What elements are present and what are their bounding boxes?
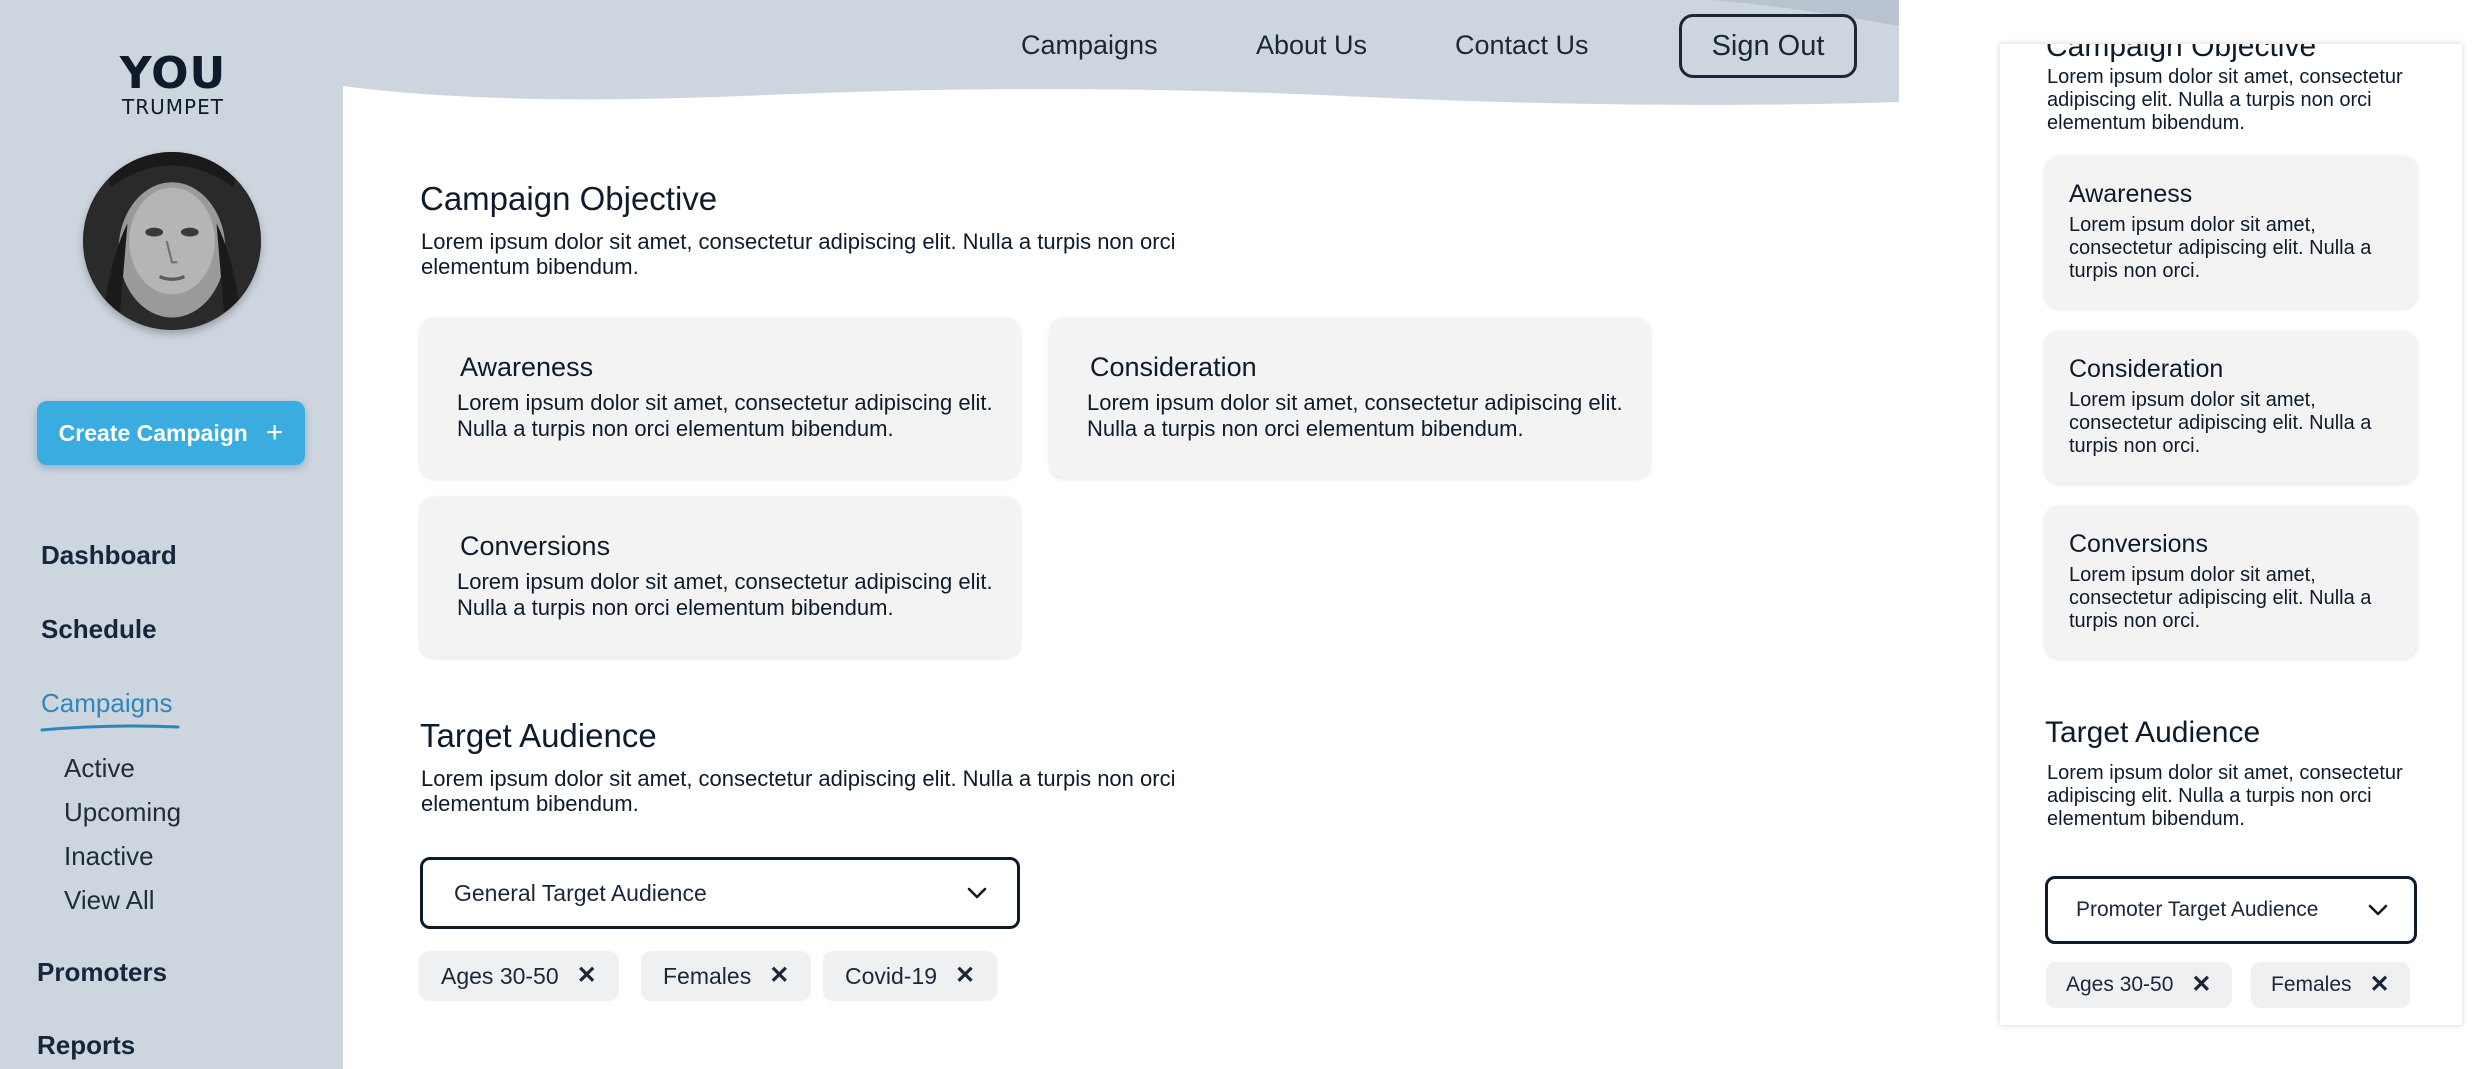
sidebar-item-campaigns[interactable]: Campaigns (41, 688, 173, 719)
card-title: Consideration (1090, 352, 1257, 382)
chip-label: Females (663, 962, 752, 989)
avatar-portrait-image (83, 152, 261, 330)
sidebar-item-dashboard[interactable]: Dashboard (41, 540, 177, 571)
mobile-preview-panel: Campaign Objective Lorem ipsum dolor sit… (2000, 44, 2462, 1025)
plus-icon: + (265, 416, 284, 449)
sidebar-subitem-view-all[interactable]: View All (64, 885, 155, 916)
mobile-audience-select-value: Promoter Target Audience (2076, 898, 2319, 921)
card-text: Lorem ipsum dolor sit amet, consectetur … (2069, 564, 2372, 632)
close-icon[interactable]: ✕ (955, 964, 975, 988)
audience-select[interactable]: General Target Audience (420, 857, 1020, 929)
card-text: Lorem ipsum dolor sit amet, consectetur … (457, 569, 993, 620)
topnav-contact-link[interactable]: Contact Us (1455, 30, 1589, 61)
create-campaign-button[interactable]: Create Campaign + (37, 401, 305, 465)
audience-chip: Females ✕ (641, 951, 812, 1001)
chip-label: Covid-19 (845, 962, 938, 989)
mobile-card-conversions[interactable]: Conversions Lorem ipsum dolor sit amet, … (2045, 506, 2417, 658)
chevron-down-icon (967, 887, 987, 899)
sidebar: YOU TRUMPET Create Campaign + Dashboard … (0, 0, 343, 1069)
chip-label: Ages 30-50 (2066, 973, 2174, 996)
objective-card-awareness[interactable]: Awareness Lorem ipsum dolor sit amet, co… (420, 318, 1020, 478)
chip-label: Females (2271, 973, 2352, 996)
sidebar-subitem-inactive[interactable]: Inactive (64, 841, 154, 872)
close-icon[interactable]: ✕ (2191, 973, 2211, 997)
objective-title: Campaign Objective (420, 180, 718, 217)
close-icon[interactable]: ✕ (769, 964, 789, 988)
avatar[interactable] (83, 152, 261, 330)
close-icon[interactable]: ✕ (577, 964, 597, 988)
card-title: Conversions (2069, 530, 2208, 558)
card-text: Lorem ipsum dolor sit amet, consectetur … (1087, 390, 1623, 441)
sidebar-item-promoters[interactable]: Promoters (37, 957, 167, 988)
sign-out-button[interactable]: Sign Out (1679, 14, 1857, 78)
card-text: Lorem ipsum dolor sit amet, consectetur … (457, 390, 993, 441)
chevron-down-icon (2368, 904, 2388, 916)
mobile-audience-chip: Ages 30-50 ✕ (2046, 962, 2232, 1008)
card-title: Awareness (460, 352, 594, 382)
sidebar-item-schedule[interactable]: Schedule (41, 614, 157, 645)
card-text: Lorem ipsum dolor sit amet, consectetur … (2069, 389, 2372, 457)
objective-description: Lorem ipsum dolor sit amet, consectetur … (421, 229, 1176, 279)
audience-chip: Ages 30-50 ✕ (419, 951, 619, 1001)
logo-wordmark-bottom: TRUMPET (122, 95, 224, 119)
create-campaign-label: Create Campaign (58, 419, 248, 446)
topnav-campaigns-link[interactable]: Campaigns (1021, 30, 1158, 61)
mobile-audience-title: Target Audience (2045, 716, 2261, 749)
mobile-card-consideration[interactable]: Consideration Lorem ipsum dolor sit amet… (2045, 331, 2417, 483)
card-title: Conversions (460, 531, 611, 561)
card-title: Awareness (2069, 180, 2193, 208)
mobile-audience-select[interactable]: Promoter Target Audience (2045, 876, 2417, 944)
sidebar-item-reports[interactable]: Reports (37, 1030, 135, 1061)
audience-description: Lorem ipsum dolor sit amet, consectetur … (421, 766, 1176, 816)
logo-wordmark-top: YOU (119, 48, 227, 99)
audience-chip: Covid-19 ✕ (823, 951, 998, 1001)
brand-logo[interactable]: YOU TRUMPET (118, 48, 228, 119)
topnav-about-link[interactable]: About Us (1256, 30, 1367, 61)
mobile-objective-description: Lorem ipsum dolor sit amet, consectetur … (2047, 66, 2403, 134)
objective-card-consideration[interactable]: Consideration Lorem ipsum dolor sit amet… (1050, 318, 1650, 478)
mobile-audience-description: Lorem ipsum dolor sit amet, consectetur … (2047, 762, 2403, 830)
card-title: Consideration (2069, 355, 2224, 383)
mobile-card-awareness[interactable]: Awareness Lorem ipsum dolor sit amet, co… (2045, 156, 2417, 308)
audience-select-value: General Target Audience (454, 879, 707, 906)
sidebar-subitem-upcoming[interactable]: Upcoming (64, 797, 181, 828)
mobile-objective-title: Campaign Objective (2046, 44, 2317, 63)
audience-title: Target Audience (420, 717, 657, 754)
objective-card-conversions[interactable]: Conversions Lorem ipsum dolor sit amet, … (420, 497, 1020, 657)
sidebar-subitem-active[interactable]: Active (64, 753, 135, 784)
mobile-audience-chip: Females ✕ (2251, 962, 2410, 1008)
chip-label: Ages 30-50 (441, 962, 559, 989)
close-icon[interactable]: ✕ (2370, 973, 2390, 997)
card-text: Lorem ipsum dolor sit amet, consectetur … (2069, 214, 2372, 282)
active-underline (40, 724, 180, 732)
